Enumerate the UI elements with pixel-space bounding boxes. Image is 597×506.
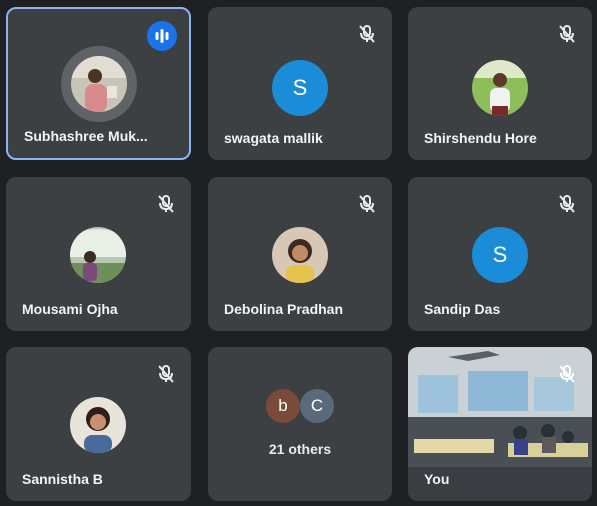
speaking-indicator [147, 21, 177, 51]
profile-photo [272, 227, 328, 283]
mic-off-icon [556, 193, 578, 215]
avatar-initial-b: b [266, 389, 300, 423]
participant-tile-shirshendu[interactable]: Shirshendu Hore [408, 7, 592, 160]
audio-wave-icon [155, 29, 169, 43]
participant-name: Debolina Pradhan [224, 301, 344, 317]
participant-tile-sannistha[interactable]: Sannistha B [6, 347, 191, 501]
participant-tile-mousami[interactable]: Mousami Ojha [6, 177, 191, 331]
participant-tile-debolina[interactable]: Debolina Pradhan [208, 177, 392, 331]
participant-tile-swagata[interactable]: S swagata mallik [208, 7, 392, 160]
avatar-initial: S [472, 227, 528, 283]
mic-off-icon [155, 363, 177, 385]
participant-name: Shirshendu Hore [424, 130, 537, 146]
avatar [472, 60, 528, 116]
participant-name: Mousami Ojha [22, 301, 118, 317]
others-tile[interactable]: b C 21 others [208, 347, 392, 501]
profile-photo [70, 227, 126, 283]
mic-off-icon [356, 23, 378, 45]
participant-name: Sandip Das [424, 301, 501, 317]
mic-off-icon [356, 193, 378, 215]
others-count-label: 21 others [268, 441, 332, 457]
participant-tile-subhashree[interactable]: Subhashree Muk... [6, 7, 191, 160]
self-name-label: You [424, 471, 450, 487]
profile-photo [70, 397, 126, 453]
avatar [70, 397, 126, 453]
profile-photo [71, 56, 127, 112]
mic-off-icon [155, 193, 177, 215]
participant-name: Sannistha B [22, 471, 103, 487]
avatar-initial: S [272, 60, 328, 116]
avatar [272, 227, 328, 283]
profile-photo [472, 60, 528, 116]
avatar [71, 56, 127, 112]
participant-tile-sandip[interactable]: S Sandip Das [408, 177, 592, 331]
self-video-tile[interactable]: You [408, 347, 592, 501]
mic-off-icon [556, 363, 578, 385]
mic-off-icon [556, 23, 578, 45]
participant-name: Subhashree Muk... [24, 128, 148, 144]
avatar [70, 227, 126, 283]
avatar-initial-c: C [300, 389, 334, 423]
participant-name: swagata mallik [224, 130, 323, 146]
